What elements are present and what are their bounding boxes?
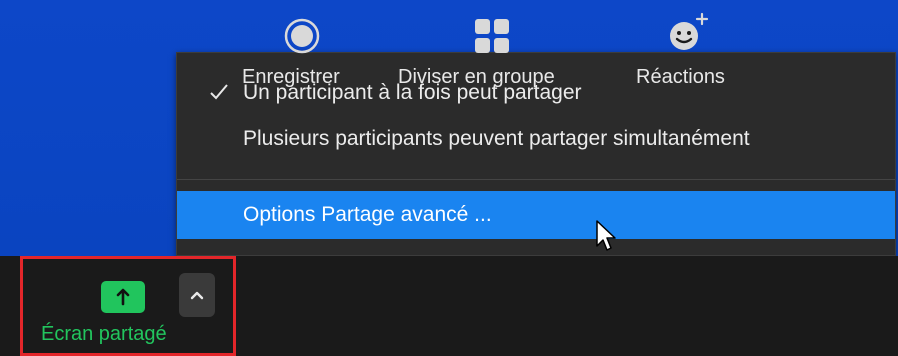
record-icon — [284, 18, 320, 54]
arrow-up-icon — [116, 288, 130, 306]
share-screen-label: Écran partagé — [41, 323, 167, 345]
menu-item-label: Plusieurs participants peuvent partager … — [243, 127, 750, 150]
menu-divider — [177, 179, 895, 180]
breakout-rooms-label: Diviser en groupe — [398, 66, 555, 88]
check-icon — [210, 84, 228, 100]
mouse-cursor-icon — [596, 220, 616, 251]
share-screen-group: Écran partagé — [20, 256, 236, 356]
record-button[interactable]: Enregistrer — [240, 0, 364, 100]
menu-item-advanced-sharing-options[interactable]: Options Partage avancé ... — [177, 191, 895, 239]
menu-item-multiple-participants[interactable]: Plusieurs participants peuvent partager … — [177, 115, 895, 163]
grid-icon — [475, 19, 509, 53]
share-options-toggle[interactable] — [179, 273, 215, 317]
menu-item-label: Options Partage avancé ... — [243, 203, 492, 226]
share-screen-button[interactable] — [101, 281, 145, 313]
record-label: Enregistrer — [242, 66, 340, 88]
breakout-rooms-button[interactable]: Diviser en groupe — [396, 0, 592, 100]
chevron-up-icon — [190, 291, 204, 300]
reactions-button[interactable]: Réactions — [634, 0, 754, 100]
reactions-label: Réactions — [636, 66, 725, 88]
smiley-add-icon — [670, 12, 709, 50]
